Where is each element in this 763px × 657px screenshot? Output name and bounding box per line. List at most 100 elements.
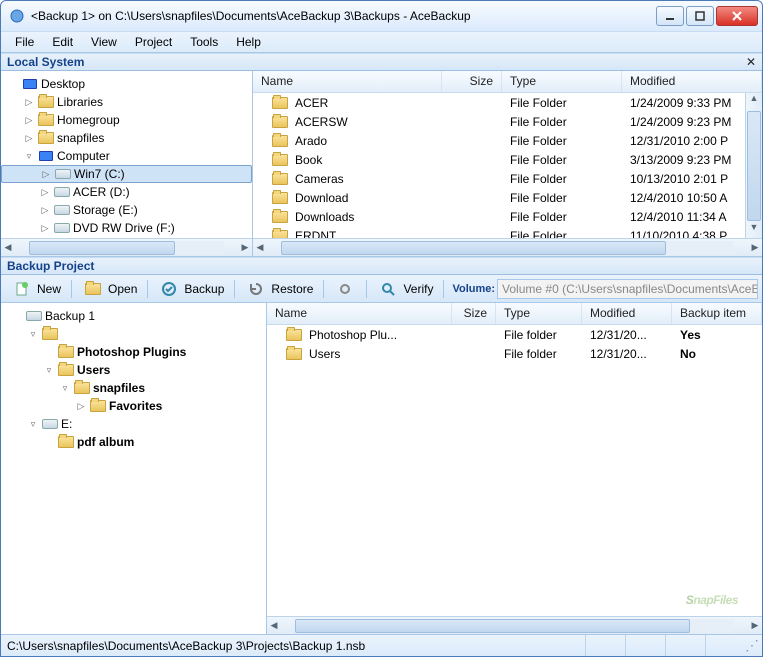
expand-icon[interactable]: ▷ [23, 115, 35, 126]
tree-node[interactable]: ▷Favorites [5, 397, 266, 415]
tree-node[interactable]: pdf album [5, 433, 266, 451]
tree-node[interactable]: ▷snapfiles [1, 129, 252, 147]
file-name: Download [295, 191, 348, 205]
col-modified[interactable]: Modified [622, 71, 762, 92]
tree-node[interactable]: ▷ACER (D:) [1, 183, 252, 201]
expand-icon[interactable]: ▷ [23, 133, 35, 144]
tree-node[interactable]: Backup 1 [5, 307, 266, 325]
tree-node[interactable]: ▿Computer [1, 147, 252, 165]
table-row[interactable]: ERDNTFile Folder11/10/2010 4:38 P [253, 226, 762, 238]
tree-node[interactable]: ▷ Homegroup [1, 111, 252, 129]
expand-icon[interactable]: ▷ [23, 97, 35, 108]
col-type[interactable]: Type [496, 303, 582, 324]
horizontal-scrollbar[interactable]: ◀ ▶ [267, 616, 762, 634]
tree-label: Homegroup [57, 113, 120, 127]
disk-icon [54, 220, 70, 236]
status-segment [705, 635, 745, 656]
scroll-up-icon[interactable]: ▲ [746, 93, 762, 109]
table-row[interactable]: ACERSWFile Folder1/24/2009 9:23 PM [253, 112, 762, 131]
table-row[interactable]: UsersFile folder12/31/20...No [267, 344, 762, 363]
table-row[interactable]: BookFile Folder3/13/2009 9:23 PM [253, 150, 762, 169]
expand-icon[interactable]: ▷ [39, 223, 51, 234]
tree-label: Storage (E:) [73, 203, 138, 217]
statusbar: C:\Users\snapfiles\Documents\AceBackup 3… [1, 634, 762, 656]
volume-select[interactable]: Volume #0 (C:\Users\snapfiles\Documents\… [497, 279, 758, 299]
scroll-left-icon[interactable]: ◀ [1, 242, 15, 253]
verify-button[interactable]: Verify [371, 279, 439, 299]
col-name[interactable]: Name [267, 303, 452, 324]
scroll-down-icon[interactable]: ▼ [746, 222, 762, 238]
folder-icon [272, 152, 288, 168]
table-row[interactable]: Photoshop Plu...File folder12/31/20...Ye… [267, 325, 762, 344]
expand-icon[interactable]: ▷ [75, 401, 87, 412]
table-row[interactable]: ACERFile Folder1/24/2009 9:33 PM [253, 93, 762, 112]
scroll-left-icon[interactable]: ◀ [267, 620, 281, 631]
menu-view[interactable]: View [83, 33, 125, 51]
toolbar-icon-only-1[interactable] [328, 279, 362, 299]
scroll-left-icon[interactable]: ◀ [253, 242, 267, 253]
status-segment [585, 635, 625, 656]
menu-project[interactable]: Project [127, 33, 180, 51]
tree-node[interactable]: ▷DVD RW Drive (F:) [1, 219, 252, 237]
expand-icon[interactable]: ▷ [39, 187, 51, 198]
table-row[interactable]: DownloadsFile Folder12/4/2010 11:34 A [253, 207, 762, 226]
col-size[interactable]: Size [452, 303, 496, 324]
expand-icon[interactable]: ▿ [43, 365, 55, 376]
close-button[interactable] [716, 6, 758, 26]
new-icon [14, 281, 30, 297]
tree-node[interactable]: ▿E: [5, 415, 266, 433]
maximize-button[interactable] [686, 6, 714, 26]
tree-node[interactable]: ▷Win7 (C:) [1, 165, 252, 183]
col-type[interactable]: Type [502, 71, 622, 92]
table-row[interactable]: DownloadFile Folder12/4/2010 10:50 A [253, 188, 762, 207]
minimize-button[interactable] [656, 6, 684, 26]
open-button[interactable]: Open [76, 279, 143, 299]
menu-help[interactable]: Help [228, 33, 269, 51]
tree-node[interactable]: ▷ Libraries [1, 93, 252, 111]
scroll-right-icon[interactable]: ▶ [238, 242, 252, 253]
col-modified[interactable]: Modified [582, 303, 672, 324]
col-size[interactable]: Size [442, 71, 502, 92]
menubar: FileEditViewProjectToolsHelp [1, 31, 762, 53]
scroll-right-icon[interactable]: ▶ [748, 620, 762, 631]
expand-icon[interactable]: ▷ [40, 169, 52, 180]
tree-node[interactable]: ▿snapfiles [5, 379, 266, 397]
project-table-body[interactable]: Photoshop Plu...File folder12/31/20...Ye… [267, 325, 762, 616]
horizontal-scrollbar[interactable]: ◀ ▶ [1, 238, 252, 256]
close-icon[interactable]: ✕ [746, 55, 756, 69]
scroll-right-icon[interactable]: ▶ [748, 242, 762, 253]
backup-button[interactable]: Backup [152, 279, 230, 299]
menu-tools[interactable]: Tools [182, 33, 226, 51]
scroll-thumb[interactable] [747, 111, 761, 221]
project-table-header[interactable]: Name Size Type Modified Backup item [267, 303, 762, 325]
table-row[interactable]: CamerasFile Folder10/13/2010 2:01 P [253, 169, 762, 188]
expand-icon[interactable]: ▿ [23, 151, 35, 162]
new-button[interactable]: New [5, 279, 67, 299]
tree-label: Libraries [57, 95, 103, 109]
table-row[interactable]: AradoFile Folder12/31/2010 2:00 P [253, 131, 762, 150]
backup-project-header: Backup Project [1, 257, 762, 275]
expand-icon[interactable]: ▿ [27, 419, 39, 430]
verify-icon [380, 281, 396, 297]
col-name[interactable]: Name [253, 71, 442, 92]
expand-icon[interactable]: ▿ [59, 383, 71, 394]
tree-node[interactable]: Desktop [1, 75, 252, 93]
tree-node[interactable]: ▿Users [5, 361, 266, 379]
horizontal-scrollbar[interactable]: ◀ ▶ [253, 238, 762, 256]
expand-icon[interactable]: ▿ [27, 329, 39, 340]
resize-grip-icon[interactable]: ⋰ [745, 637, 756, 654]
local-table-header[interactable]: Name Size Type Modified [253, 71, 762, 93]
menu-edit[interactable]: Edit [44, 33, 81, 51]
expand-icon[interactable]: ▷ [39, 205, 51, 216]
menu-file[interactable]: File [7, 33, 42, 51]
project-tree[interactable]: Backup 1 ▿ Photoshop Plugins▿Users▿snapfil… [1, 303, 266, 634]
local-tree[interactable]: Desktop ▷ Libraries ▷ Homegroup ▷snapfiles▿Co… [1, 71, 252, 238]
tree-node[interactable]: Photoshop Plugins [5, 343, 266, 361]
tree-node[interactable]: ▷ Storage (E:) [1, 201, 252, 219]
restore-button[interactable]: Restore [239, 279, 319, 299]
titlebar[interactable]: <Backup 1> on C:\Users\snapfiles\Documen… [1, 1, 762, 31]
local-table-body[interactable]: ACERFile Folder1/24/2009 9:33 PMACERSWFi… [253, 93, 762, 238]
vertical-scrollbar[interactable]: ▲ ▼ [745, 93, 762, 238]
col-backup-item[interactable]: Backup item [672, 303, 762, 324]
tree-node[interactable]: ▿ [5, 325, 266, 343]
